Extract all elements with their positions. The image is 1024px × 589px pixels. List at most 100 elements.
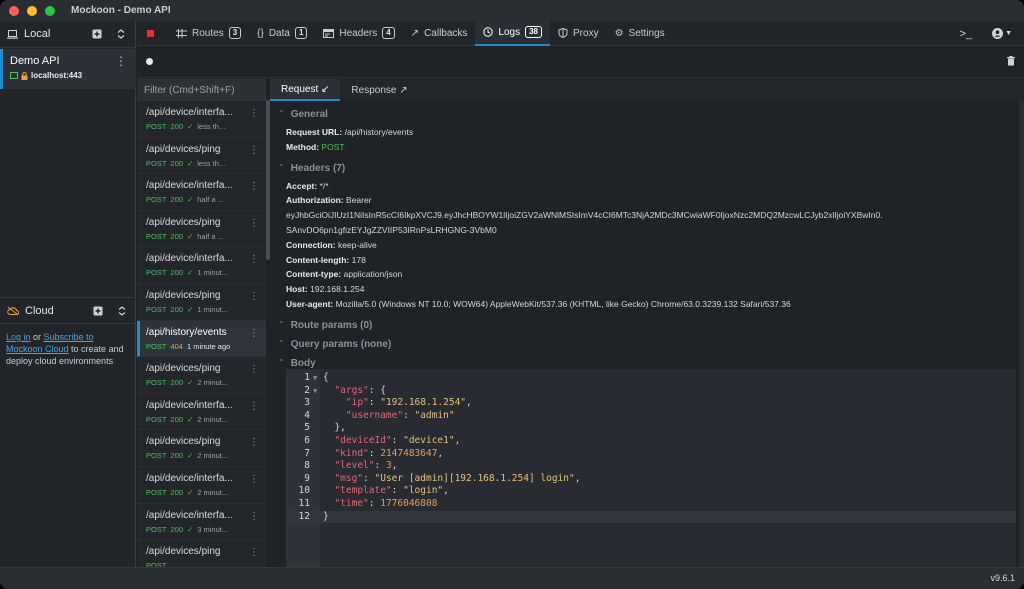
log-item-menu-icon[interactable]: ⋮ — [249, 291, 259, 302]
add-box-icon — [92, 29, 102, 39]
log-list-item[interactable]: /api/devices/ping POST 200 ✓ 2 minut... ⋮ — [137, 357, 266, 394]
request-url-value: /api/history/events — [344, 127, 414, 137]
account-menu-button[interactable]: ▼ — [992, 28, 1012, 39]
collapse-cloud-button[interactable] — [115, 304, 129, 318]
tab-data[interactable]: {} Data 1 — [249, 21, 315, 46]
log-time: half a ... — [197, 231, 224, 241]
log-time: less th... — [197, 158, 226, 168]
body-code-editor[interactable]: 1 ▼{2 ▼ "args": {3 "ip": "192.168.1.254", 4… — [286, 369, 1016, 567]
log-method: POST — [146, 414, 167, 424]
environment-item-demo-api[interactable]: Demo API localhost:443 ⋮ — [0, 49, 136, 89]
tab-logs[interactable]: Logs 38 — [475, 20, 551, 46]
log-item-menu-icon[interactable]: ⋮ — [249, 511, 259, 522]
log-time: 2 minut... — [197, 378, 229, 388]
log-item-menu-icon[interactable]: ⋮ — [249, 328, 259, 339]
close-window-button[interactable] — [9, 5, 19, 16]
log-status: 200 — [170, 122, 183, 131]
tab-headers-label: Headers — [339, 27, 378, 39]
log-time: 3 minut... — [197, 524, 229, 534]
log-time: 2 minut... — [197, 414, 229, 424]
body-section-header[interactable]: ⌃ Body — [278, 358, 1024, 369]
general-section-header[interactable]: ⌃ General — [278, 109, 1024, 120]
line-number: 11 — [298, 498, 310, 509]
log-list-item[interactable]: /api/device/interfa... POST 200 ✓ 2 minut...… — [137, 467, 266, 504]
log-path: /api/devices/ping — [146, 363, 221, 375]
headers-section-header[interactable]: ⌃ Headers (7) — [278, 163, 1024, 174]
log-list-item[interactable]: /api/device/interfa... POST 200 ✓ less th...… — [137, 101, 266, 138]
tab-request[interactable]: Request ↙ — [270, 79, 341, 101]
tab-response[interactable]: Response ↗ — [340, 79, 418, 101]
log-list-item[interactable]: /api/devices/ping POST 200 ✓ 2 minut... ⋮ — [137, 430, 266, 467]
log-list-item[interactable]: /api/device/interfa... POST 200 ✓ 3 minut...… — [137, 504, 266, 541]
tab-logs-label: Logs — [498, 26, 521, 38]
code-text: "msg": "User [admin][192.168.1.254] logi… — [334, 472, 581, 484]
log-time: 1 minute ago — [186, 341, 231, 351]
environment-menu-icon[interactable]: ⋮ — [115, 54, 127, 68]
line-number: 12 — [298, 510, 310, 522]
log-list-item[interactable]: /api/device/interfa... POST 200 ✓ half a ...… — [137, 174, 266, 211]
cloud-message: Log in or Subscribe to Mockoon Cloud to … — [0, 324, 136, 374]
tab-headers[interactable]: Headers 4 — [315, 21, 402, 46]
collapse-local-button[interactable] — [114, 27, 128, 41]
log-item-menu-icon[interactable]: ⋮ — [249, 547, 259, 558]
log-item-menu-icon[interactable]: ⋮ — [249, 145, 259, 156]
add-environment-button[interactable] — [90, 27, 104, 41]
route-params-section-header[interactable]: ⌃ Route params (0) — [278, 320, 1024, 331]
check-icon: ✓ — [186, 524, 194, 534]
tab-settings[interactable]: ⚙ Settings — [607, 21, 673, 46]
log-item-menu-icon[interactable]: ⋮ — [249, 474, 259, 485]
routes-icon — [176, 28, 187, 38]
log-method: POST — [146, 524, 167, 534]
log-list-item[interactable]: /api/devices/ping POST 200 ✓ 1 minut... ⋮ — [137, 284, 266, 321]
log-list-item[interactable]: /api/devices/ping POST ⋮ — [137, 540, 266, 567]
header-key: Host: — [286, 284, 308, 295]
detail-scrollbar[interactable] — [1019, 101, 1024, 567]
header-value: Bearer — [345, 195, 372, 206]
logs-toolbar — [137, 47, 1024, 78]
tab-proxy[interactable]: Proxy — [550, 21, 607, 46]
log-meta: POST 200 ✓ 2 minut... — [146, 488, 266, 497]
maximize-window-button[interactable] — [45, 5, 55, 16]
code-text: "time": 1776046808 — [334, 498, 438, 509]
minimize-window-button[interactable] — [27, 5, 37, 16]
log-list-item[interactable]: /api/device/interfa... POST 200 ✓ 2 minut...… — [137, 394, 266, 431]
log-item-menu-icon[interactable]: ⋮ — [249, 218, 259, 229]
log-list-item[interactable]: /api/devices/ping POST 200 ✓ half a ... ⋮ — [137, 211, 266, 248]
code-line: 8 "level": 3, — [286, 460, 1016, 473]
terminal-icon[interactable]: >_ — [960, 28, 973, 40]
log-meta: POST 200 ✓ 1 minut... — [146, 268, 266, 277]
fold-chevron-icon[interactable]: ▼ — [313, 385, 317, 398]
login-link[interactable]: Log in — [6, 332, 31, 342]
log-item-menu-icon[interactable]: ⋮ — [249, 181, 259, 192]
environment-host: localhost:443 — [10, 71, 136, 80]
clear-logs-button[interactable] — [1007, 56, 1015, 69]
query-params-section-header[interactable]: ⌃ Query params (none) — [278, 339, 1024, 350]
log-meta: POST 404 1 minute ago — [146, 342, 266, 351]
check-icon: ✓ — [186, 378, 194, 388]
log-item-menu-icon[interactable]: ⋮ — [249, 401, 259, 412]
fold-chevron-icon[interactable]: ▼ — [313, 372, 317, 385]
line-number: 1 — [304, 372, 310, 383]
log-item-menu-icon[interactable]: ⋮ — [249, 254, 259, 265]
log-path: /api/devices/ping — [146, 546, 221, 558]
log-path: /api/history/events — [146, 326, 227, 338]
check-icon: ✓ — [186, 451, 194, 461]
cloud-off-icon — [7, 306, 19, 315]
log-item-menu-icon[interactable]: ⋮ — [249, 437, 259, 448]
log-item-menu-icon[interactable]: ⋮ — [249, 108, 259, 119]
top-nav: Routes 3 {} Data 1 Headers 4 ↗ Callbacks… — [137, 20, 1024, 46]
header-key: Connection: — [286, 239, 336, 250]
log-list-item[interactable]: /api/devices/ping POST 200 ✓ less th... ⋮ — [137, 138, 266, 175]
add-cloud-environment-button[interactable] — [91, 304, 105, 318]
tab-callbacks[interactable]: ↗ Callbacks — [403, 21, 476, 46]
record-indicator-icon[interactable] — [146, 58, 153, 65]
log-list-item[interactable]: /api/device/interfa... POST 200 ✓ 1 minut...… — [137, 247, 266, 284]
tab-routes[interactable]: Routes 3 — [168, 21, 249, 46]
log-item-menu-icon[interactable]: ⋮ — [249, 364, 259, 375]
log-filter-input[interactable]: Filter (Cmd+Shift+F) — [137, 79, 266, 101]
code-line: 12} — [286, 510, 1016, 524]
stop-server-button[interactable] — [147, 29, 154, 37]
code-text: "template": "login", — [334, 485, 449, 497]
log-path: /api/devices/ping — [146, 289, 221, 301]
log-list-item[interactable]: /api/history/events POST 404 1 minute ago ⋮ — [137, 320, 266, 358]
